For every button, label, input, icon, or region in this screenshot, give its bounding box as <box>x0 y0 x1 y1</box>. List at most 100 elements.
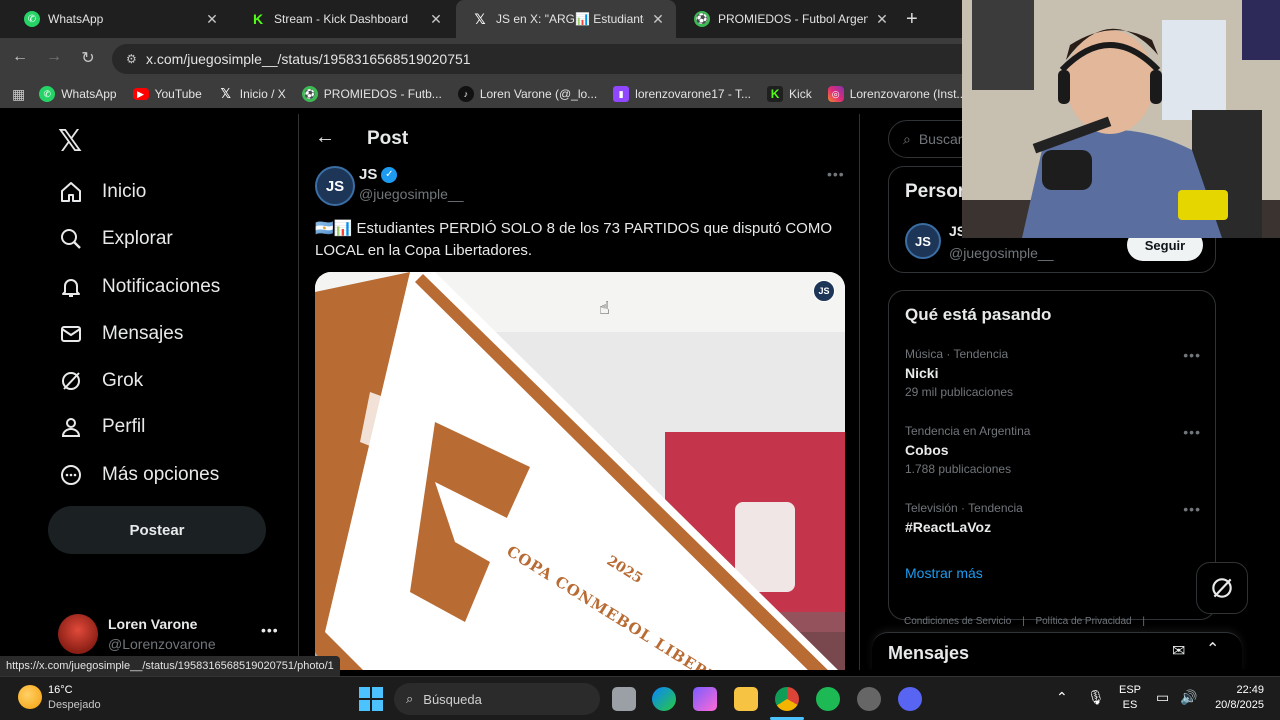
bookmark-tiktok[interactable]: ♪ Loren Varone (@_lo... <box>457 86 598 102</box>
home-icon <box>58 179 84 205</box>
bookmark-youtube[interactable]: ▶ YouTube <box>132 87 202 101</box>
grok-icon <box>1212 578 1232 598</box>
trend-item[interactable]: Música · Tendencia Nicki 29 mil publicac… <box>905 347 1201 399</box>
trend-name: #ReactLaVoz <box>905 519 992 535</box>
more-icon[interactable]: ••• <box>1183 501 1201 517</box>
clock-time[interactable]: 22:49 <box>1204 684 1264 696</box>
sidebar-item-mas-opciones[interactable]: Más opciones <box>58 455 219 495</box>
spotify-icon[interactable] <box>816 687 840 711</box>
sidebar-item-inicio[interactable]: Inicio <box>58 172 146 212</box>
footer-link-terms[interactable]: Condiciones de Servicio <box>904 616 1011 627</box>
bookmark-promiedos[interactable]: ⚽ PROMIEDOS - Futb... <box>301 86 442 102</box>
tab-kick[interactable]: K Stream - Kick Dashboard ✕ <box>234 0 454 38</box>
apps-grid-icon[interactable]: ▦ <box>12 86 25 103</box>
lang-top[interactable]: ESP <box>1118 684 1142 696</box>
more-icon[interactable]: ••• <box>827 166 845 182</box>
sidebar-item-mensajes[interactable]: Mensajes <box>58 314 183 354</box>
bookmark-label: WhatsApp <box>61 87 117 101</box>
promiedos-icon: ⚽ <box>694 11 710 27</box>
discord-icon[interactable] <box>898 687 922 711</box>
clock-date[interactable]: 20/8/2025 <box>1204 699 1264 711</box>
task-view-icon[interactable] <box>612 687 636 711</box>
footer-link-privacy[interactable]: Política de Privacidad <box>1035 616 1131 627</box>
search-icon <box>58 226 84 252</box>
edge-icon[interactable] <box>652 687 676 711</box>
trend-name: Nicki <box>905 365 939 381</box>
close-icon[interactable]: ✕ <box>204 11 220 28</box>
chrome-icon[interactable] <box>775 687 799 711</box>
post-detail: ← Post JS JS ✓ @juegosimple__ ••• 🇦🇷📊 Es… <box>298 114 860 670</box>
author-avatar[interactable]: JS <box>315 166 355 206</box>
tab-x-post[interactable]: 𝕏 JS en X: "ARG📊 Estudiantes PERD ✕ <box>456 0 676 38</box>
post-button[interactable]: Postear <box>48 506 266 554</box>
chevron-up-icon[interactable]: ⌃ <box>1056 689 1068 706</box>
sidebar-item-grok[interactable]: Grok <box>58 361 143 401</box>
chevron-up-icon[interactable]: ⌃ <box>1206 639 1219 659</box>
trend-item[interactable]: Televisión · Tendencia #ReactLaVoz ••• <box>905 501 1201 535</box>
post-image[interactable]: COPA CONMEBOL LIBERTADORES 2025 JS ☝ <box>315 272 845 670</box>
page-title: Post <box>367 128 409 149</box>
reload-icon[interactable]: ↻ <box>76 48 100 68</box>
lang-bottom[interactable]: ES <box>1118 699 1142 711</box>
trend-meta: Música · Tendencia <box>905 347 1009 361</box>
sidebar-item-perfil[interactable]: Perfil <box>58 407 145 447</box>
forward-icon[interactable]: → <box>42 48 66 66</box>
drawer-title: Mensajes <box>888 643 970 663</box>
avatar <box>58 614 98 654</box>
close-icon[interactable]: ✕ <box>428 11 444 28</box>
author-avatar[interactable]: JS <box>905 223 941 259</box>
account-switcher[interactable]: Loren Varone @Lorenzovarone ••• <box>58 614 283 658</box>
instagram-icon: ◎ <box>827 86 844 102</box>
tab-whatsapp[interactable]: ✆ WhatsApp ✕ <box>8 0 230 38</box>
close-icon[interactable]: ✕ <box>874 11 890 28</box>
grok-floating-button[interactable] <box>1196 562 1248 614</box>
back-icon[interactable]: ← <box>8 48 32 66</box>
sidebar-item-explorar[interactable]: Explorar <box>58 219 173 259</box>
x-logo-icon[interactable]: 𝕏 <box>58 124 82 159</box>
trend-name: Cobos <box>905 442 949 458</box>
bookmark-twitch[interactable]: ▮ lorenzovarone17 - T... <box>613 86 751 102</box>
volume-icon[interactable]: 🔊 <box>1180 689 1197 706</box>
more-icon[interactable]: ••• <box>1183 347 1201 363</box>
author-name-row[interactable]: JS ✓ <box>359 166 398 183</box>
back-arrow-icon[interactable]: ← <box>315 126 335 149</box>
more-icon[interactable]: ••• <box>1183 424 1201 440</box>
tab-promiedos[interactable]: ⚽ PROMIEDOS - Futbol Argentino ✕ <box>678 0 900 38</box>
bookmark-label: Loren Varone (@_lo... <box>479 87 598 101</box>
close-icon[interactable]: ✕ <box>650 11 666 28</box>
new-message-icon[interactable]: ✉ <box>1172 641 1185 661</box>
microphone-icon[interactable]: 🎙 <box>1087 689 1105 706</box>
bell-icon <box>58 274 84 300</box>
file-explorer-icon[interactable] <box>734 687 758 711</box>
taskbar-search-label: Búsqueda <box>423 691 482 707</box>
cursor-hand-icon: ☝ <box>599 298 610 318</box>
more-icon[interactable]: ••• <box>261 622 279 638</box>
bookmark-label: lorenzovarone17 - T... <box>635 87 752 101</box>
show-more-link[interactable]: Mostrar más <box>905 565 983 581</box>
trend-item[interactable]: Tendencia en Argentina Cobos 1.788 publi… <box>905 424 1201 476</box>
messages-drawer[interactable]: Mensajes ✉ ⌃ <box>872 632 1242 670</box>
windows-start-icon[interactable] <box>359 687 383 711</box>
new-tab-button[interactable]: + <box>906 8 918 31</box>
bookmark-kick[interactable]: K Kick <box>767 86 812 102</box>
trends-card: Qué está pasando Música · Tendencia Nick… <box>888 290 1216 620</box>
obs-icon[interactable] <box>857 687 881 711</box>
relevant-handle: @juegosimple__ <box>949 245 1054 261</box>
tab-title: Stream - Kick Dashboard <box>274 12 409 26</box>
address-text: x.com/juegosimple__/status/1958316568519… <box>146 51 471 67</box>
weather-icon[interactable] <box>18 685 42 709</box>
mail-icon <box>58 321 84 347</box>
address-bar[interactable]: ⚙ x.com/juegosimple__/status/19583165685… <box>112 44 962 74</box>
copilot-icon[interactable] <box>693 687 717 711</box>
bookmark-whatsapp[interactable]: ✆ WhatsApp <box>39 86 117 102</box>
trend-count: 29 mil publicaciones <box>905 385 1014 399</box>
site-info-icon[interactable]: ⚙ <box>126 52 146 66</box>
bookmark-instagram[interactable]: ◎ Lorenzovarone (Inst... <box>827 86 966 102</box>
sidebar: 𝕏 Inicio Explorar Notificaciones Mensaje… <box>48 114 288 670</box>
sidebar-item-label: Inicio <box>102 181 147 202</box>
search-icon: ⌕ <box>903 130 911 147</box>
network-icon[interactable]: ▭ <box>1156 689 1169 706</box>
sidebar-item-notificaciones[interactable]: Notificaciones <box>58 267 220 307</box>
bookmark-x[interactable]: 𝕏 Inicio / X <box>218 86 286 102</box>
taskbar-search[interactable]: ⌕ Búsqueda <box>394 683 600 715</box>
